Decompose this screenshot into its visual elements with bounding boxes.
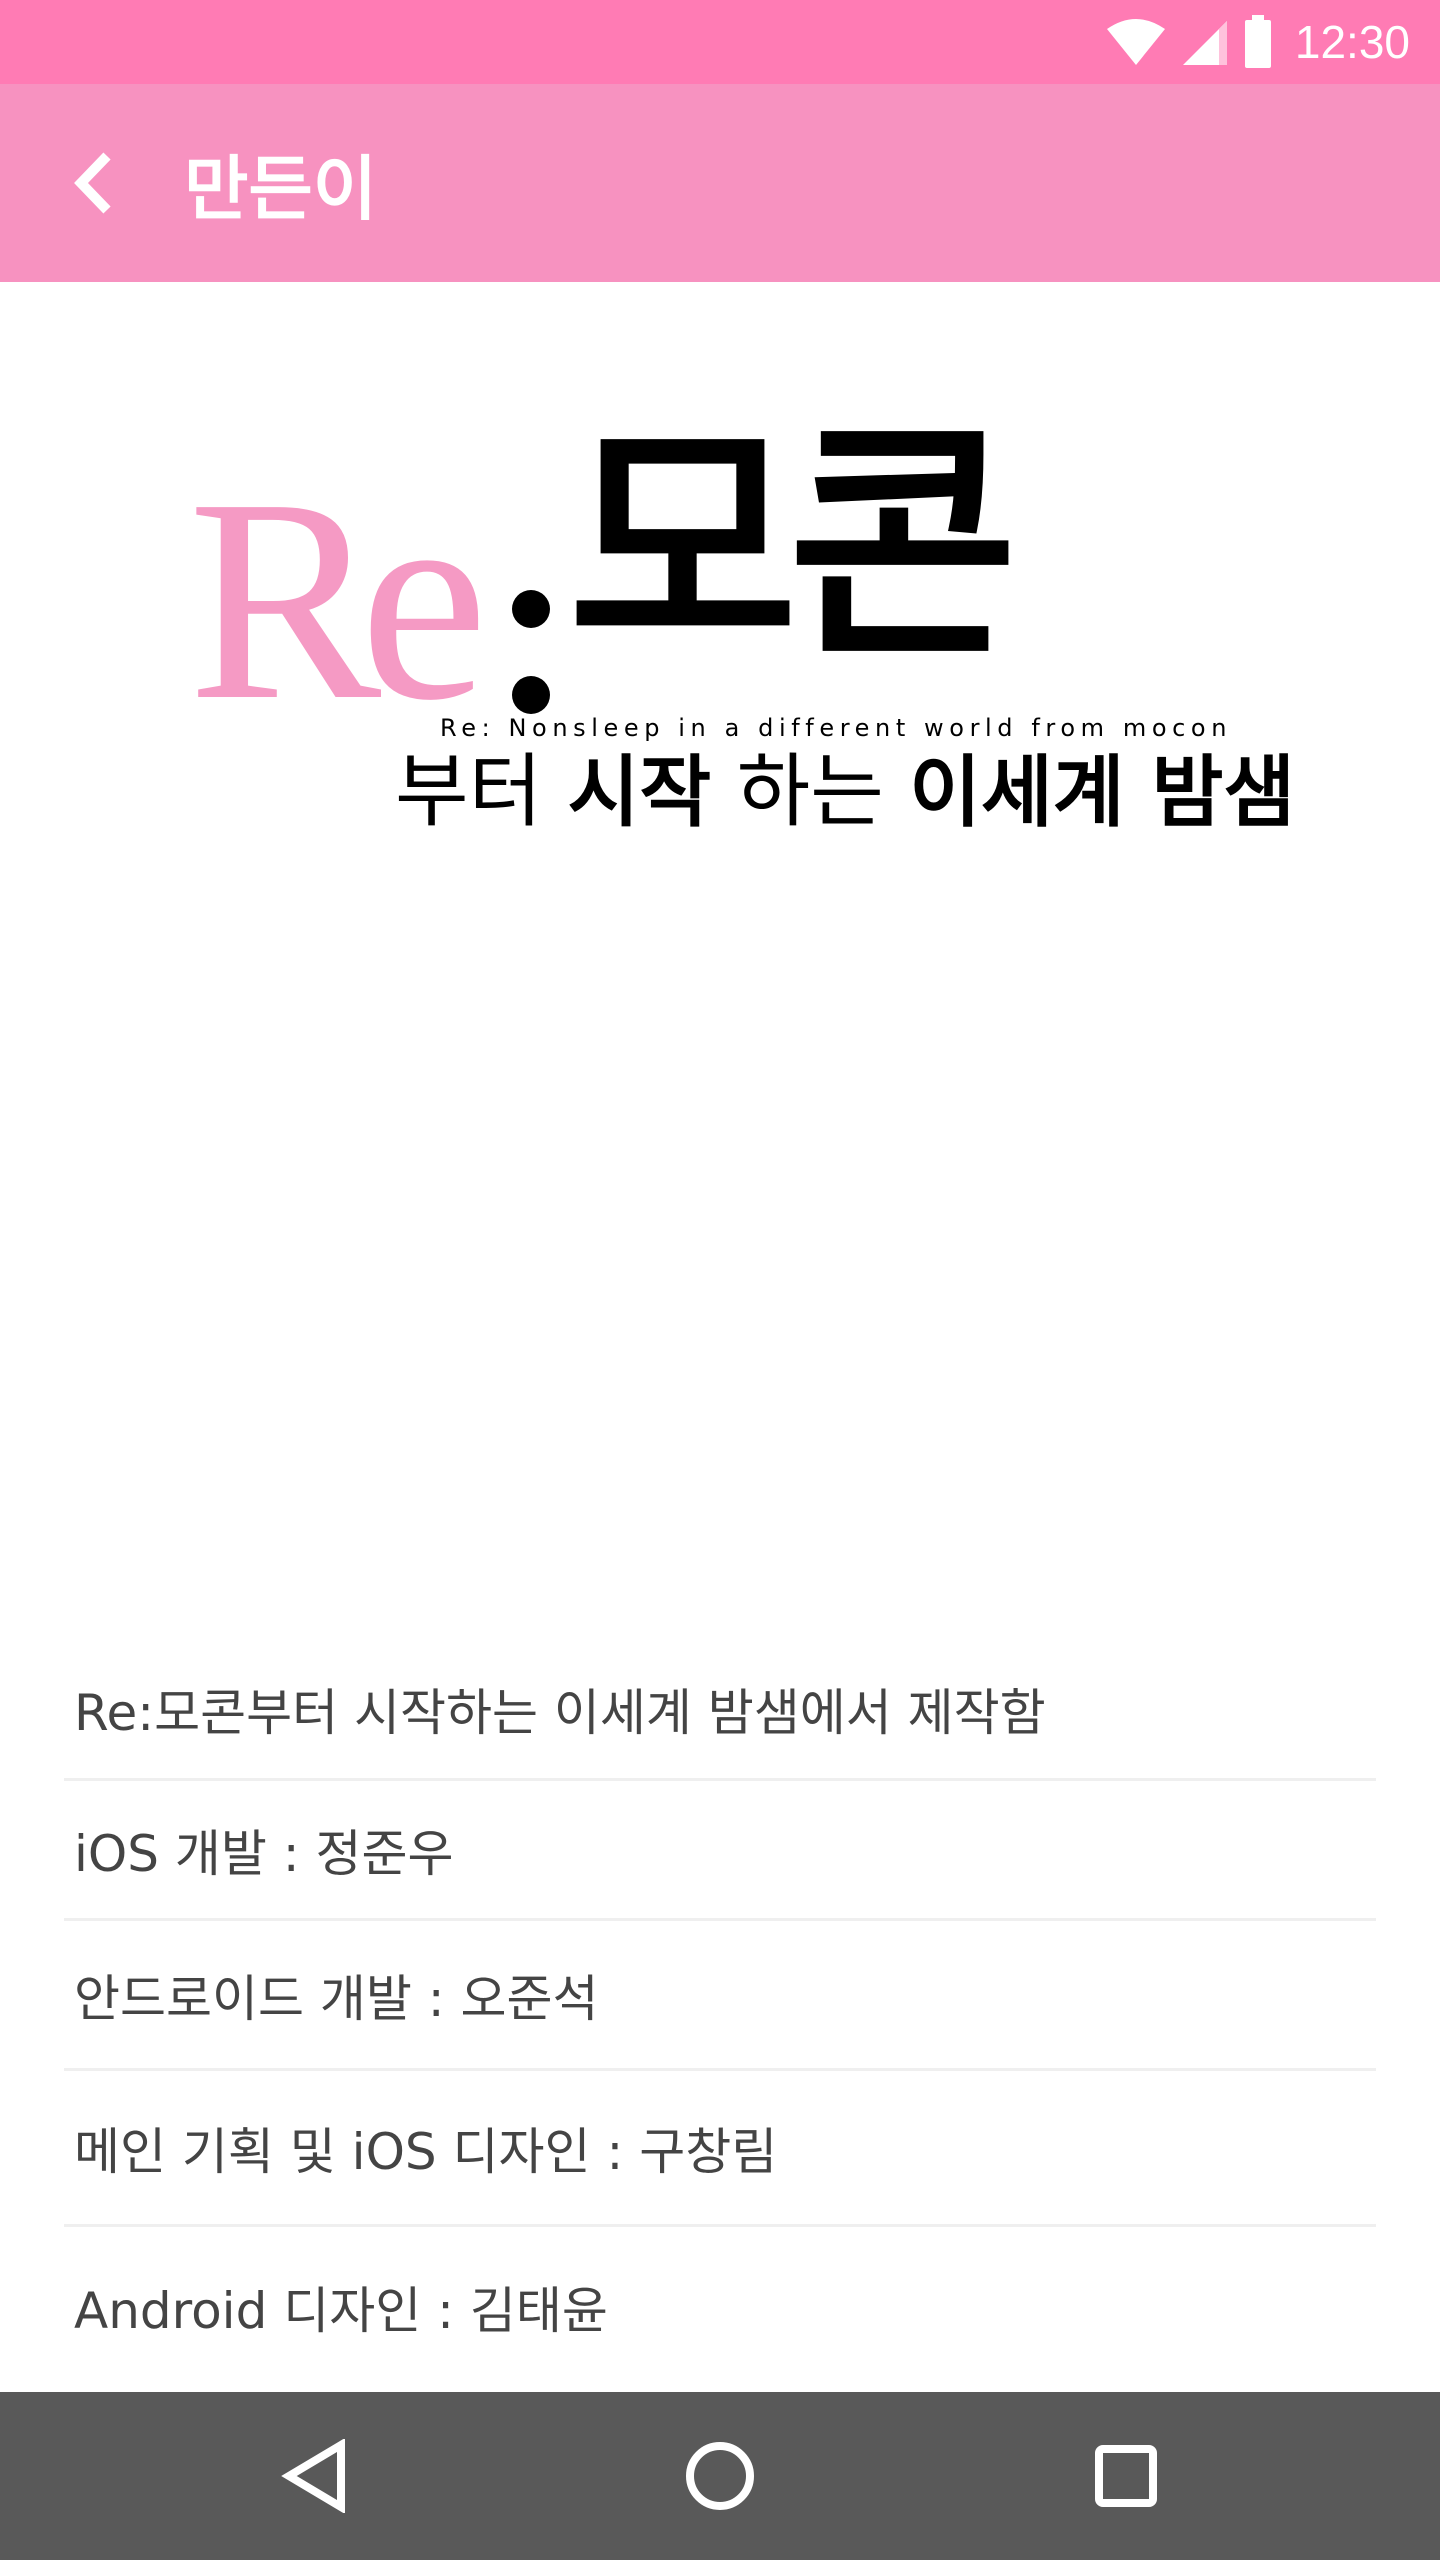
recents-square-icon [1095, 2445, 1157, 2507]
status-time: 12:30 [1294, 16, 1410, 68]
credit-row: iOS 개발 : 정준우 [64, 1781, 1376, 1921]
nav-recents-button[interactable] [1042, 2392, 1210, 2560]
logo-subtitle-part: 시작 [567, 748, 712, 838]
signal-icon [1182, 21, 1227, 65]
credit-row: 메인 기획 및 iOS 디자인 : 구창림 [64, 2071, 1376, 2227]
credits-list: Re:모콘부터 시작하는 이세계 밤샘에서 제작함 iOS 개발 : 정준우 안… [64, 1640, 1376, 2387]
logo-subtitle-part: 부터 [395, 745, 568, 838]
credit-row: 안드로이드 개발 : 오준석 [64, 1921, 1376, 2071]
status-icons: 12:30 [1105, 0, 1410, 84]
logo-subtitle-part: 하는 [711, 745, 910, 838]
credit-row: Android 디자인 : 김태윤 [74, 2282, 608, 2340]
home-circle-icon [686, 2442, 754, 2510]
logo-re-text: Re [188, 439, 488, 760]
back-button[interactable] [40, 128, 150, 238]
logo-mocon-text: 모콘 [568, 399, 1018, 690]
back-triangle-icon [281, 2439, 345, 2513]
credit-row: Re:모콘부터 시작하는 이세계 밤샘에서 제작함 [64, 1640, 1376, 1781]
logo-subtitle-ko: 부터 시작 하는 이세계 밤샘 [395, 752, 1295, 833]
nav-home-button[interactable] [636, 2392, 804, 2560]
battery-icon [1244, 15, 1271, 68]
logo-subtitle-part: 이세계 [909, 748, 1125, 838]
system-nav-bar [0, 2392, 1440, 2560]
status-bar: 12:30 [0, 0, 1440, 84]
wifi-icon [1106, 19, 1165, 65]
page-title: 만든이 [184, 147, 378, 230]
screen: 12:30 만든이 Re 모콘 Re: Nonsleep in a differ… [0, 0, 1440, 2560]
logo-subtitle-part: 밤샘 [1124, 748, 1296, 838]
app-bar: 만든이 [0, 84, 1440, 282]
nav-back-button[interactable] [232, 2392, 400, 2560]
logo-subtitle-en: Re: Nonsleep in a different world from m… [440, 714, 1233, 742]
chevron-left-icon [74, 152, 111, 214]
